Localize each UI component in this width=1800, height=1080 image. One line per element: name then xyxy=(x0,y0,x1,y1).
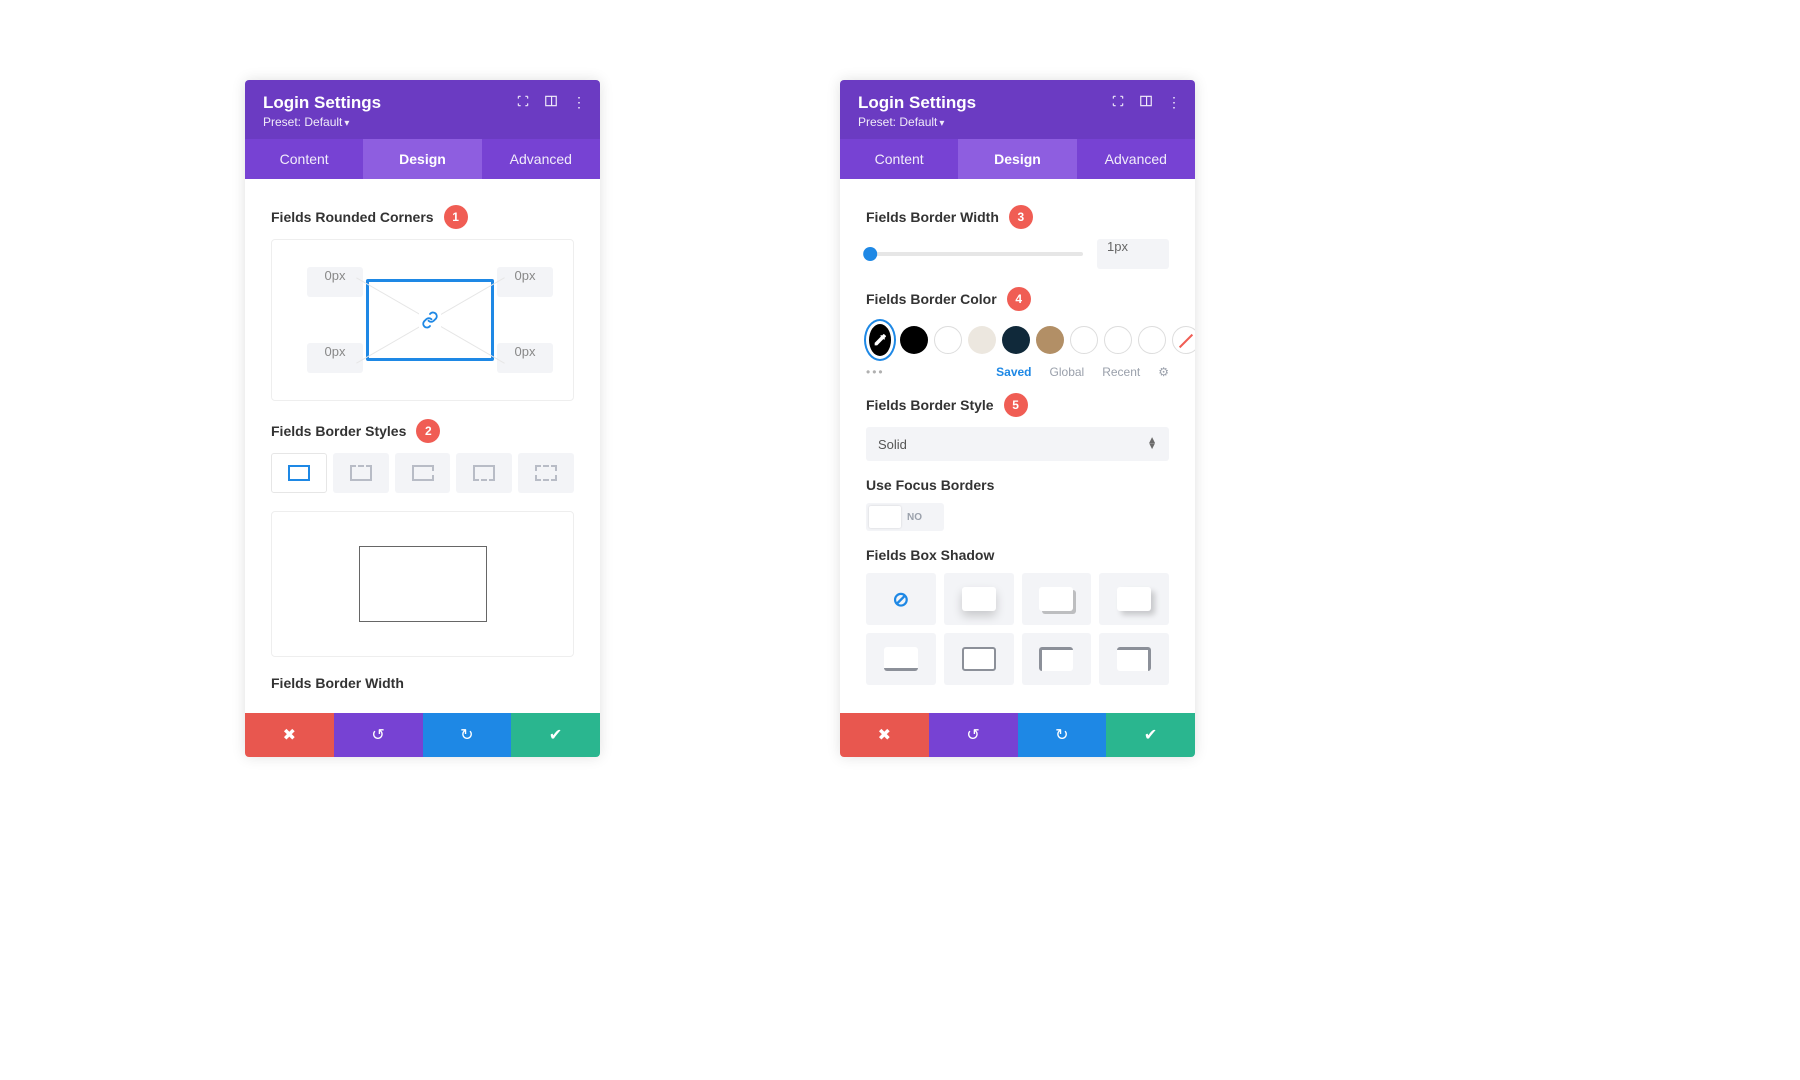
corner-bl-input[interactable]: 0px xyxy=(307,343,363,373)
border-styles-picker xyxy=(271,453,574,493)
palette-tab-recent[interactable]: Recent xyxy=(1102,365,1140,379)
focus-borders-label: Use Focus Borders xyxy=(866,477,1169,493)
corners-preview[interactable] xyxy=(366,279,494,361)
color-swatch[interactable] xyxy=(1104,326,1132,354)
expand-icon[interactable] xyxy=(516,94,530,111)
tabs: Content Design Advanced xyxy=(245,139,600,179)
more-icon[interactable]: ⋮ xyxy=(572,94,586,111)
palette-tab-saved[interactable]: Saved xyxy=(996,365,1031,379)
border-style-label: Fields Border Style 5 xyxy=(866,393,1169,417)
panel-header: Login Settings Preset: Default▾ ⋮ xyxy=(245,80,600,139)
color-swatch[interactable] xyxy=(900,326,928,354)
focus-borders-toggle[interactable]: NO xyxy=(866,503,944,531)
box-shadow-picker: ⊘ xyxy=(866,573,1169,685)
tabs: Content Design Advanced xyxy=(840,139,1195,179)
rounded-corners-label: Fields Rounded Corners 1 xyxy=(271,205,574,229)
redo-button[interactable]: ↻ xyxy=(423,713,512,757)
shadow-none[interactable]: ⊘ xyxy=(866,573,936,625)
more-icon[interactable]: ⋮ xyxy=(1167,94,1181,111)
border-style-all[interactable] xyxy=(271,453,327,493)
color-swatch[interactable] xyxy=(1138,326,1166,354)
color-picker-eyedropper[interactable] xyxy=(866,321,894,359)
undo-button[interactable]: ↺ xyxy=(334,713,423,757)
footer-actions: ✖ ↺ ↻ ✔ xyxy=(245,713,600,757)
preset-dropdown[interactable]: Preset: Default▾ xyxy=(858,115,1177,129)
color-swatch[interactable] xyxy=(1036,326,1064,354)
save-button[interactable]: ✔ xyxy=(1106,713,1195,757)
undo-button[interactable]: ↺ xyxy=(929,713,1018,757)
more-dots-icon[interactable]: ••• xyxy=(866,365,885,379)
shadow-preset-7[interactable] xyxy=(1099,633,1169,685)
sidebar-icon[interactable] xyxy=(544,94,558,111)
color-swatch-none[interactable] xyxy=(1172,326,1195,354)
shadow-preset-2[interactable] xyxy=(1022,573,1092,625)
color-swatch[interactable] xyxy=(934,326,962,354)
settings-panel-1: Login Settings Preset: Default▾ ⋮ Conten… xyxy=(245,80,600,757)
corner-tl-input[interactable]: 0px xyxy=(307,267,363,297)
corner-br-input[interactable]: 0px xyxy=(497,343,553,373)
border-color-label: Fields Border Color 4 xyxy=(866,287,1169,311)
border-styles-label: Fields Border Styles 2 xyxy=(271,419,574,443)
expand-icon[interactable] xyxy=(1111,94,1125,111)
corner-tr-input[interactable]: 0px xyxy=(497,267,553,297)
border-style-right[interactable] xyxy=(395,453,451,493)
tab-advanced[interactable]: Advanced xyxy=(1077,139,1195,179)
shadow-preset-1[interactable] xyxy=(944,573,1014,625)
sidebar-icon[interactable] xyxy=(1139,94,1153,111)
rounded-corners-control: 0px 0px 0px 0px xyxy=(271,239,574,401)
save-button[interactable]: ✔ xyxy=(511,713,600,757)
border-width-slider[interactable] xyxy=(866,252,1083,256)
annotation-badge-2: 2 xyxy=(416,419,440,443)
annotation-badge-4: 4 xyxy=(1007,287,1031,311)
tab-design[interactable]: Design xyxy=(363,139,481,179)
border-width-label-cut: Fields Border Width xyxy=(271,675,574,691)
border-width-input[interactable]: 1px xyxy=(1097,239,1169,269)
border-style-top[interactable] xyxy=(333,453,389,493)
palette-tab-global[interactable]: Global xyxy=(1050,365,1085,379)
chevron-updown-icon: ▲▼ xyxy=(1147,438,1157,450)
border-width-label: Fields Border Width 3 xyxy=(866,205,1169,229)
color-swatch[interactable] xyxy=(968,326,996,354)
palette-settings-icon[interactable]: ⚙ xyxy=(1158,365,1169,379)
panel-header: Login Settings Preset: Default▾ ⋮ xyxy=(840,80,1195,139)
annotation-badge-3: 3 xyxy=(1009,205,1033,229)
color-swatch[interactable] xyxy=(1002,326,1030,354)
redo-button[interactable]: ↻ xyxy=(1018,713,1107,757)
tab-content[interactable]: Content xyxy=(245,139,363,179)
preset-dropdown[interactable]: Preset: Default▾ xyxy=(263,115,582,129)
cancel-button[interactable]: ✖ xyxy=(245,713,334,757)
shadow-preset-5[interactable] xyxy=(944,633,1014,685)
shadow-preset-6[interactable] xyxy=(1022,633,1092,685)
color-swatches xyxy=(866,321,1169,359)
color-palette-tabs: ••• Saved Global Recent ⚙ xyxy=(866,365,1169,379)
annotation-badge-5: 5 xyxy=(1004,393,1028,417)
border-style-bottom[interactable] xyxy=(456,453,512,493)
box-shadow-label: Fields Box Shadow xyxy=(866,547,1169,563)
link-icon[interactable] xyxy=(419,309,441,331)
footer-actions: ✖ ↺ ↻ ✔ xyxy=(840,713,1195,757)
shadow-preset-3[interactable] xyxy=(1099,573,1169,625)
preview-rect xyxy=(359,546,487,622)
cancel-button[interactable]: ✖ xyxy=(840,713,929,757)
settings-panel-2: Login Settings Preset: Default▾ ⋮ Conten… xyxy=(840,80,1195,757)
tab-design[interactable]: Design xyxy=(958,139,1076,179)
annotation-badge-1: 1 xyxy=(444,205,468,229)
tab-content[interactable]: Content xyxy=(840,139,958,179)
color-swatch[interactable] xyxy=(1070,326,1098,354)
border-preview xyxy=(271,511,574,657)
tab-advanced[interactable]: Advanced xyxy=(482,139,600,179)
border-style-select[interactable]: Solid ▲▼ xyxy=(866,427,1169,461)
border-style-left[interactable] xyxy=(518,453,574,493)
shadow-preset-4[interactable] xyxy=(866,633,936,685)
